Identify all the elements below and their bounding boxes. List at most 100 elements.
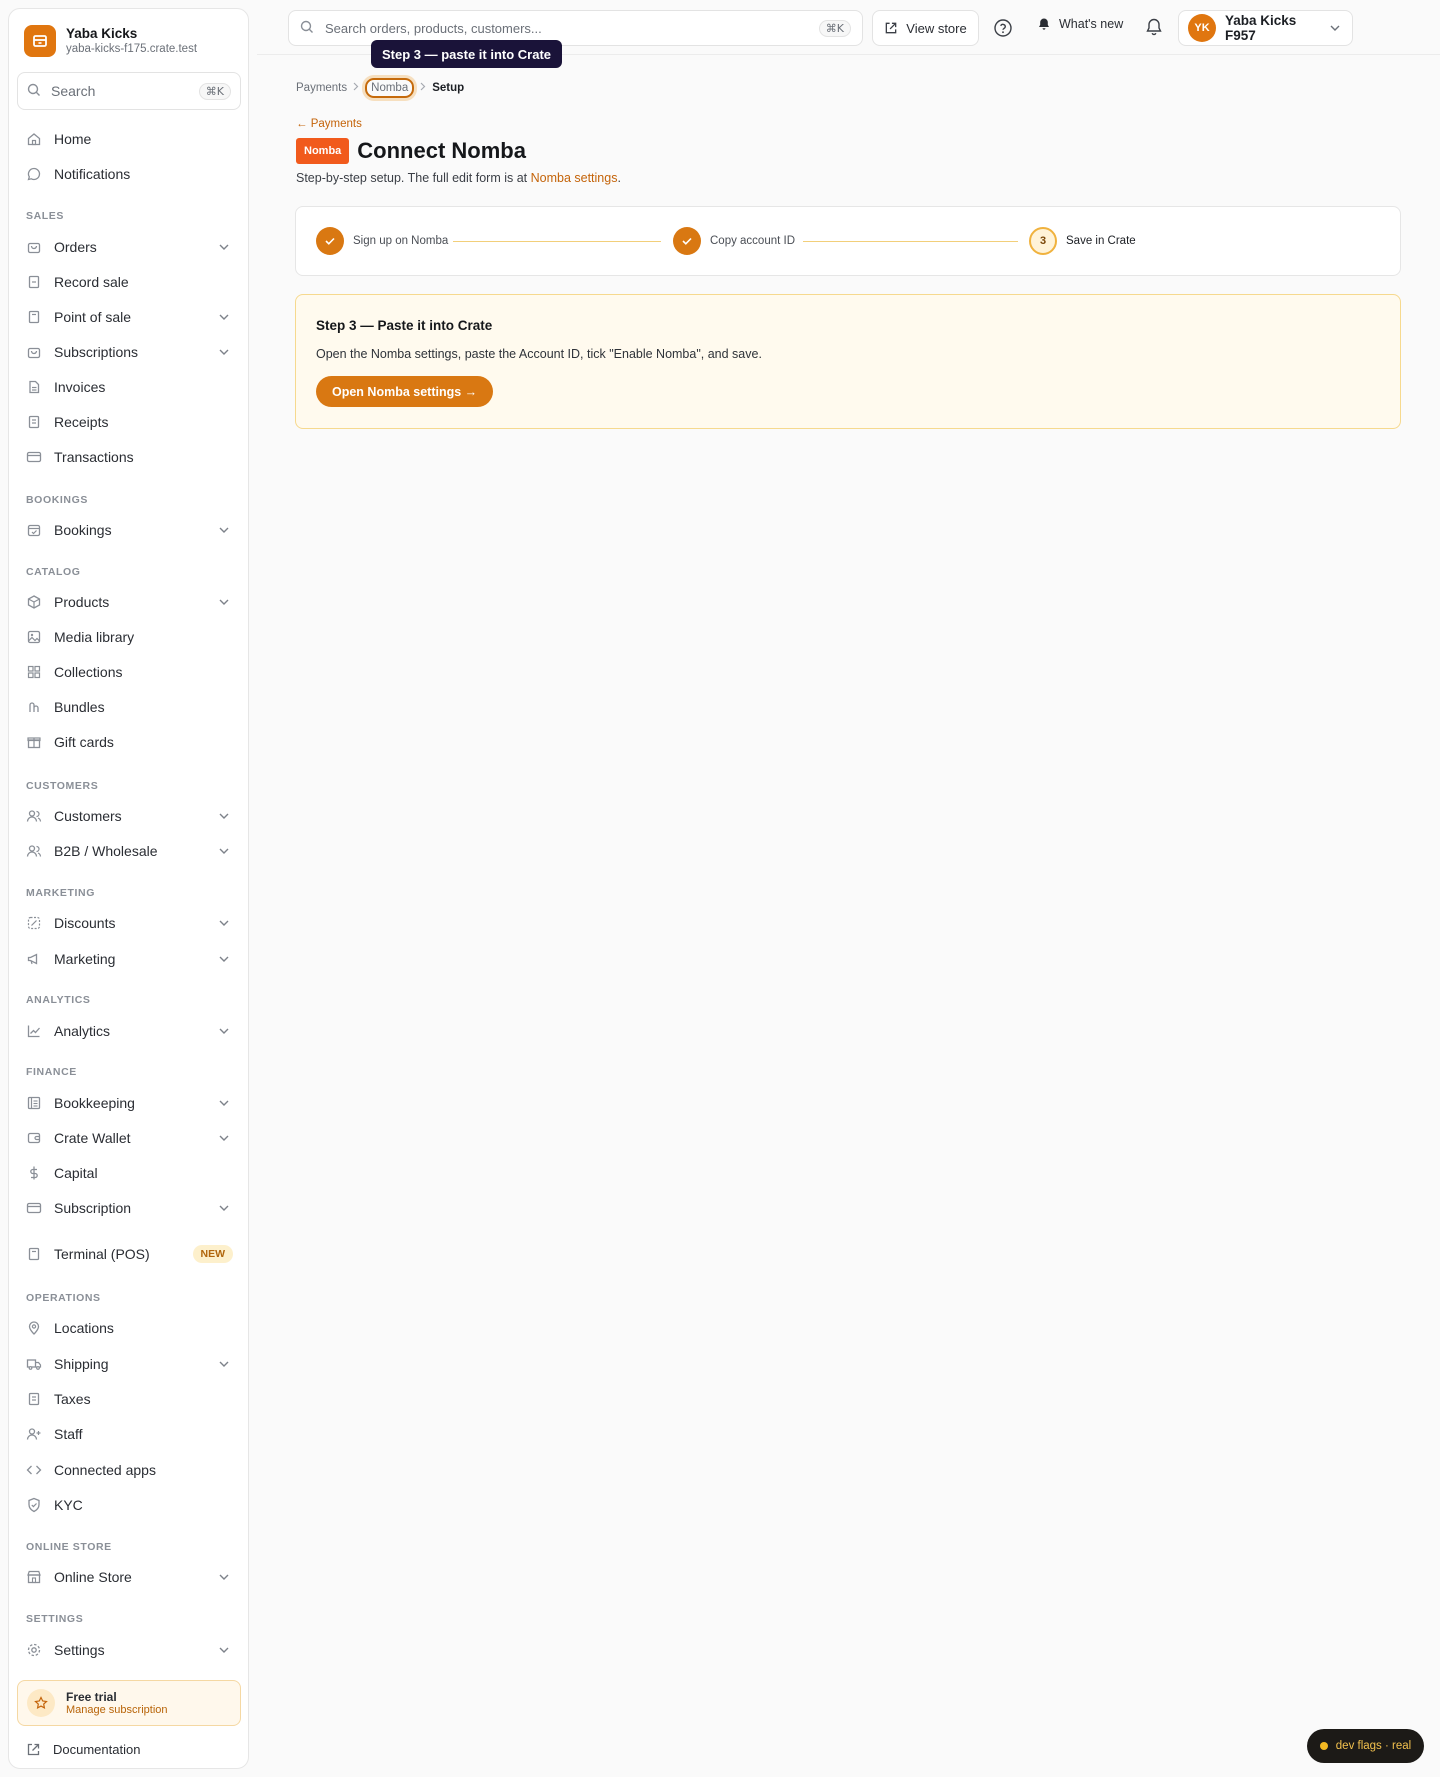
home-icon bbox=[26, 131, 42, 147]
whats-new-button[interactable]: What's new bbox=[1037, 17, 1123, 31]
receipt-icon bbox=[26, 1391, 42, 1407]
sidebar-item-invoices[interactable]: Invoices bbox=[17, 371, 241, 403]
sidebar-item-online-store[interactable]: Online Store bbox=[17, 1561, 241, 1593]
sidebar-item-shipping[interactable]: Shipping bbox=[17, 1348, 241, 1380]
sidebar-item-staff[interactable]: Staff bbox=[17, 1418, 241, 1450]
sidebar-search-label: Search bbox=[51, 83, 96, 99]
bell-filled-icon bbox=[1037, 17, 1051, 31]
breadcrumb-nomba[interactable]: Nomba bbox=[365, 78, 415, 98]
sidebar-item-subscription[interactable]: Subscription bbox=[17, 1192, 241, 1224]
credit-card-icon bbox=[26, 1200, 42, 1216]
sidebar-item-terminal-pos[interactable]: Terminal (POS) NEW bbox=[17, 1238, 241, 1270]
chevron-down-icon[interactable] bbox=[217, 1201, 231, 1215]
sidebar-item-products[interactable]: Products bbox=[17, 586, 241, 618]
back-to-payments-link[interactable]: ← Payments bbox=[296, 118, 362, 130]
chevron-down-icon[interactable] bbox=[217, 595, 231, 609]
star-icon bbox=[27, 1689, 55, 1717]
code-icon bbox=[26, 1462, 42, 1478]
sidebar-item-taxes[interactable]: Taxes bbox=[17, 1383, 241, 1415]
sidebar-item-notifications[interactable]: Notifications bbox=[17, 158, 241, 190]
breadcrumb-payments[interactable]: Payments bbox=[296, 82, 347, 94]
dev-flags-pill[interactable]: dev flags · real bbox=[1307, 1729, 1424, 1763]
sidebar-item-bookkeeping[interactable]: Bookkeeping bbox=[17, 1087, 241, 1119]
sidebar-item-capital[interactable]: Capital bbox=[17, 1157, 241, 1189]
sidebar-item-analytics[interactable]: Analytics bbox=[17, 1015, 241, 1047]
external-link-icon bbox=[884, 21, 898, 35]
sidebar-item-home[interactable]: Home bbox=[17, 123, 241, 155]
sidebar-item-customers[interactable]: Customers bbox=[17, 800, 241, 832]
chevron-down-icon[interactable] bbox=[217, 310, 231, 324]
chevron-down-icon[interactable] bbox=[217, 1131, 231, 1145]
account-menu-button[interactable]: YK Yaba Kicks F957 bbox=[1178, 10, 1353, 46]
chevron-down-icon[interactable] bbox=[217, 523, 231, 537]
sidebar-item-subscriptions[interactable]: Subscriptions bbox=[17, 336, 241, 368]
sidebar-item-media-library[interactable]: Media library bbox=[17, 621, 241, 653]
sidebar-item-connected-apps[interactable]: Connected apps bbox=[17, 1454, 241, 1486]
sidebar-item-crate-wallet[interactable]: Crate Wallet bbox=[17, 1122, 241, 1154]
page-header: Nomba Connect Nomba bbox=[296, 138, 526, 164]
page-subtitle: Step-by-step setup. The full edit form i… bbox=[296, 171, 621, 185]
external-link-icon bbox=[26, 1742, 41, 1757]
sidebar-item-kyc[interactable]: KYC bbox=[17, 1489, 241, 1521]
store-name: Yaba Kicks bbox=[66, 26, 138, 41]
step-3-card: Step 3 — Paste it into Crate Open the No… bbox=[295, 294, 1401, 429]
avatar: YK bbox=[1188, 14, 1216, 42]
chevron-down-icon[interactable] bbox=[217, 916, 231, 930]
chevron-down-icon[interactable] bbox=[217, 1570, 231, 1584]
breadcrumb-setup: Setup bbox=[432, 82, 465, 94]
section-label-catalog: CATALOG bbox=[26, 566, 81, 578]
users-icon bbox=[26, 843, 42, 859]
help-icon[interactable] bbox=[993, 18, 1013, 38]
sidebar-item-point-of-sale[interactable]: Point of sale bbox=[17, 301, 241, 333]
receipt-icon bbox=[26, 414, 42, 430]
step-2[interactable]: Copy account ID bbox=[673, 227, 795, 255]
sidebar-search[interactable]: Search ⌘K bbox=[17, 72, 241, 110]
view-store-button[interactable]: View store bbox=[872, 10, 979, 46]
credit-card-icon bbox=[26, 449, 42, 465]
chevron-down-icon[interactable] bbox=[217, 345, 231, 359]
chevron-down-icon[interactable] bbox=[217, 1096, 231, 1110]
users-icon bbox=[26, 808, 42, 824]
chevron-down-icon bbox=[1330, 25, 1340, 31]
gear-icon bbox=[26, 1642, 42, 1658]
notifications-bell-icon[interactable] bbox=[1144, 17, 1164, 37]
store-switcher[interactable]: Yaba Kicks yaba-kicks-f175.crate.test bbox=[24, 25, 197, 57]
sidebar-item-receipts[interactable]: Receipts bbox=[17, 406, 241, 438]
sidebar-item-gift-cards[interactable]: Gift cards bbox=[17, 726, 241, 758]
sidebar-item-bundles[interactable]: Bundles bbox=[17, 691, 241, 723]
section-label-finance: FINANCE bbox=[26, 1066, 77, 1078]
sidebar-item-marketing[interactable]: Marketing bbox=[17, 943, 241, 975]
sidebar-item-locations[interactable]: Locations bbox=[17, 1312, 241, 1344]
chevron-down-icon[interactable] bbox=[217, 240, 231, 254]
step-1[interactable]: Sign up on Nomba bbox=[316, 227, 448, 255]
sidebar-item-collections[interactable]: Collections bbox=[17, 656, 241, 688]
card-description: Open the Nomba settings, paste the Accou… bbox=[316, 347, 762, 361]
search-icon bbox=[300, 20, 314, 37]
sidebar-item-orders[interactable]: Orders bbox=[17, 231, 241, 263]
sidebar-item-b2b-wholesale[interactable]: B2B / Wholesale bbox=[17, 835, 241, 867]
sidebar-item-settings[interactable]: Settings bbox=[17, 1634, 241, 1666]
documentation-link[interactable]: Documentation bbox=[26, 1742, 140, 1757]
open-nomba-settings-button[interactable]: Open Nomba settings → bbox=[316, 376, 494, 407]
chevron-down-icon[interactable] bbox=[217, 1357, 231, 1371]
status-dot-icon bbox=[1319, 1742, 1328, 1750]
sidebar-item-transactions[interactable]: Transactions bbox=[17, 441, 241, 473]
manage-subscription-link[interactable]: Manage subscription bbox=[66, 1704, 168, 1717]
breadcrumb: Payments Nomba Setup bbox=[296, 78, 464, 98]
step-3[interactable]: 3 Save in Crate bbox=[1029, 227, 1136, 255]
chat-bubble-icon bbox=[26, 166, 42, 182]
sidebar-item-record-sale[interactable]: Record sale bbox=[17, 266, 241, 298]
chevron-down-icon[interactable] bbox=[217, 952, 231, 966]
chevron-down-icon[interactable] bbox=[217, 809, 231, 823]
package-icon bbox=[26, 594, 42, 610]
section-label-operations: OPERATIONS bbox=[26, 1292, 101, 1304]
chevron-down-icon[interactable] bbox=[217, 1024, 231, 1038]
sidebar-item-bookings[interactable]: Bookings bbox=[17, 514, 241, 546]
free-trial-card[interactable]: Free trial Manage subscription bbox=[17, 1680, 241, 1726]
account-name: Yaba Kicks F957 bbox=[1225, 13, 1297, 43]
search-icon bbox=[27, 83, 41, 100]
chevron-down-icon[interactable] bbox=[217, 844, 231, 858]
chevron-down-icon[interactable] bbox=[217, 1643, 231, 1657]
sidebar-item-discounts[interactable]: Discounts bbox=[17, 907, 241, 939]
nomba-settings-link[interactable]: Nomba settings bbox=[531, 171, 618, 185]
